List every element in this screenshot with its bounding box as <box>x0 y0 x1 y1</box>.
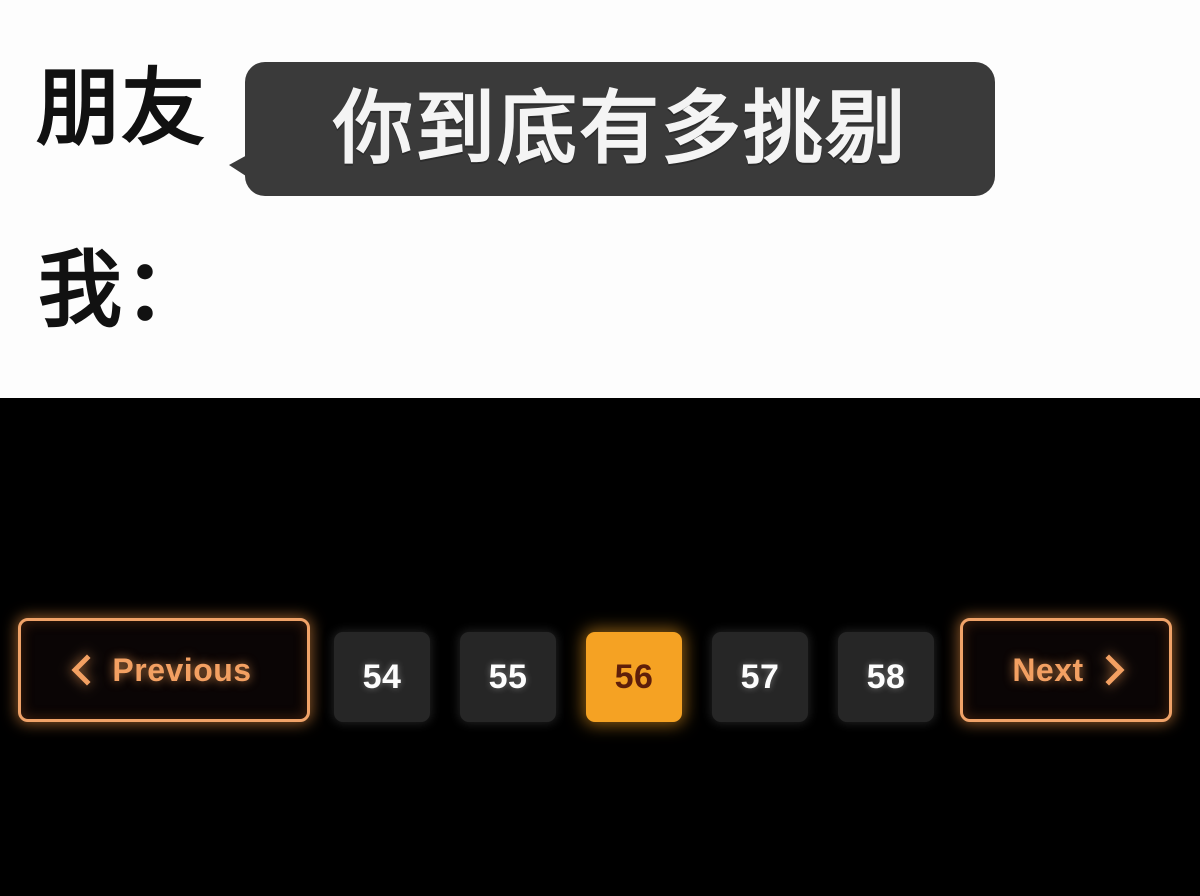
next-page-button[interactable]: Next <box>960 618 1172 722</box>
page-number-label: 58 <box>866 657 906 696</box>
page-number-label: 56 <box>614 657 654 696</box>
page-number-button[interactable]: 57 <box>712 632 808 722</box>
chevron-left-icon <box>71 654 103 686</box>
screenshot-root: 朋友 你到底有多挑剔 我： Previous 54 55 56 57 58 Ne… <box>0 0 1200 896</box>
page-number-label: 57 <box>740 657 780 696</box>
page-number-button[interactable]: 55 <box>460 632 556 722</box>
next-page-label: Next <box>1012 651 1084 688</box>
page-number-label: 55 <box>488 657 528 696</box>
speech-bubble: 你到底有多挑剔 <box>229 62 995 196</box>
me-speaker-label: 我： <box>38 241 211 339</box>
speech-bubble-tail <box>229 154 249 178</box>
caption-row-friend: 朋友 你到底有多挑剔 <box>0 58 1200 203</box>
dark-app-screenshot-region: Previous 54 55 56 57 58 Next <box>0 398 1200 896</box>
meme-caption-panel: 朋友 你到底有多挑剔 我： <box>0 0 1200 398</box>
page-number-label: 54 <box>362 657 402 696</box>
page-number-button[interactable]: 58 <box>838 632 934 722</box>
pagination-bar: Previous 54 55 56 57 58 Next <box>0 618 1200 722</box>
page-number-button-active[interactable]: 56 <box>586 632 682 722</box>
page-number-button[interactable]: 54 <box>334 632 430 722</box>
previous-page-label: Previous <box>112 651 252 688</box>
previous-page-button[interactable]: Previous <box>18 618 310 722</box>
friend-speaker-label: 朋友 <box>36 59 207 157</box>
chevron-right-icon <box>1093 654 1125 686</box>
speech-bubble-text: 你到底有多挑剔 <box>333 82 907 175</box>
